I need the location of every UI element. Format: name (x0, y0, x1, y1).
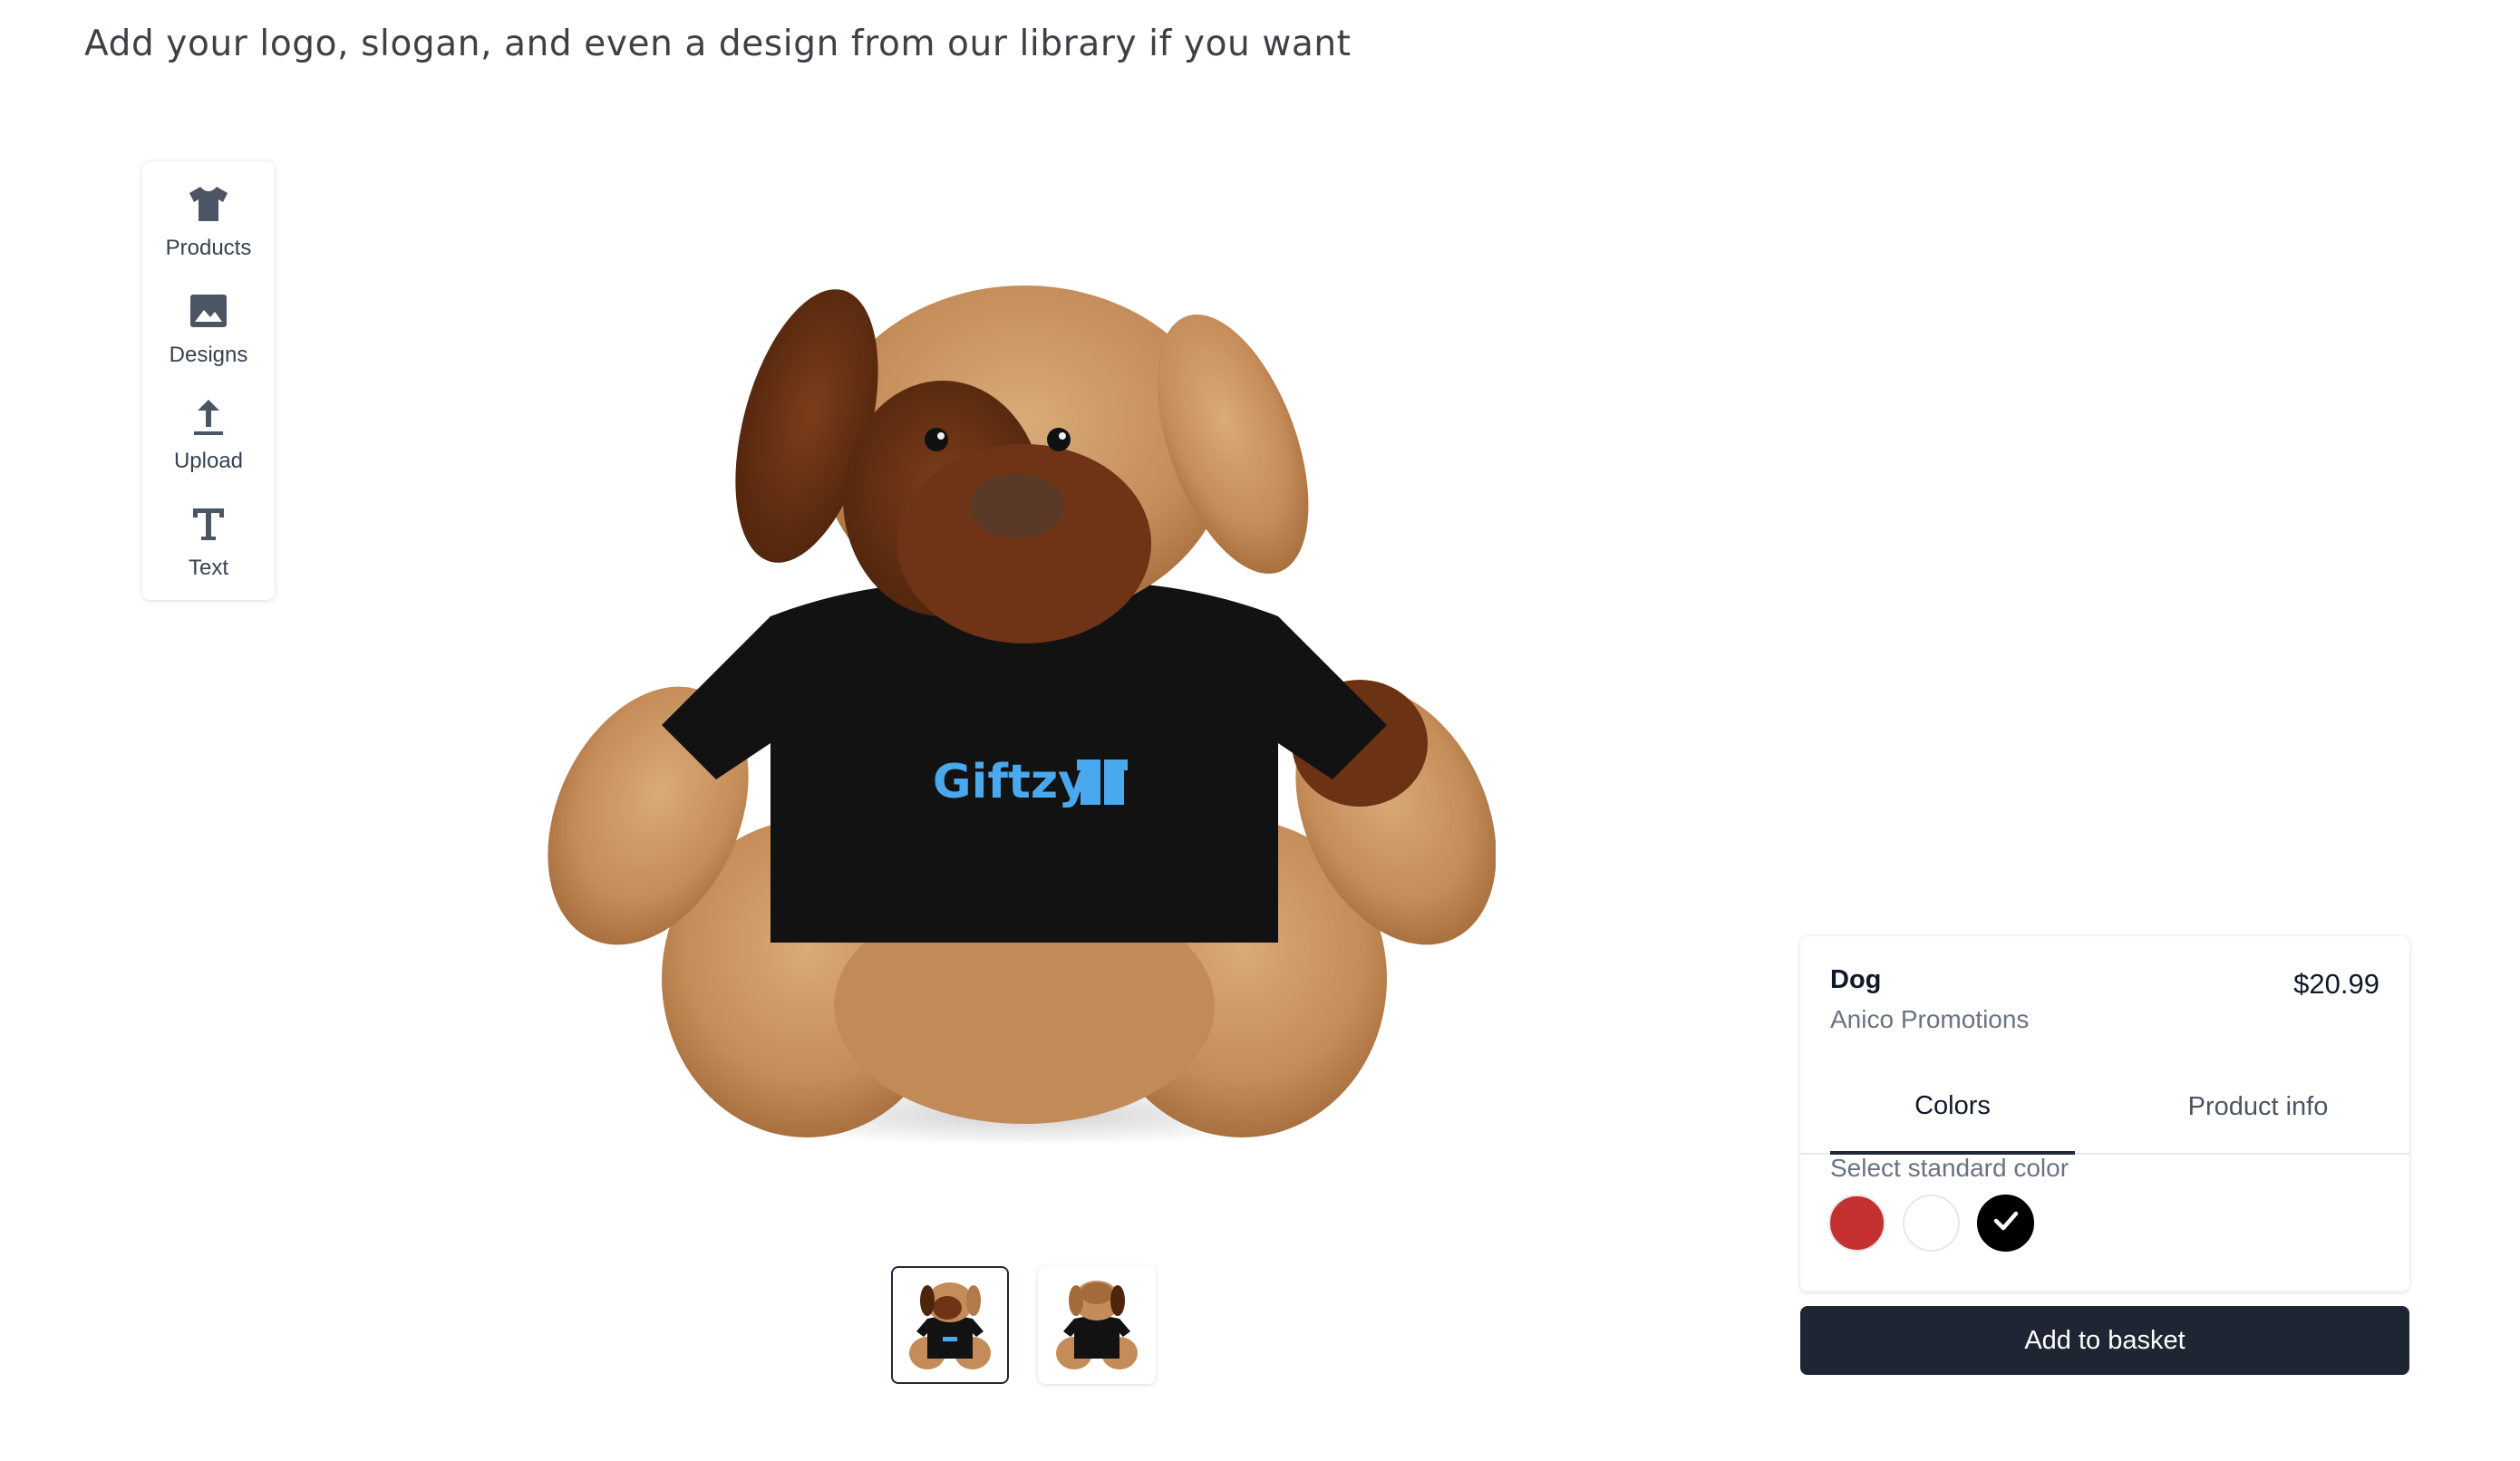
product-designer-page: Add your logo, slogan, and even a design… (0, 0, 2520, 1461)
product-price: $20.99 (2293, 968, 2379, 1000)
shirt-logo-text: Giftzy (933, 755, 1089, 809)
tool-upload-label: Upload (173, 449, 244, 473)
tool-upload[interactable]: Upload (142, 387, 275, 494)
color-swatch-white[interactable] (1903, 1195, 1960, 1252)
tool-text-label: Text (188, 555, 228, 580)
tool-products[interactable]: Products (142, 174, 275, 281)
color-swatches (1828, 1195, 2034, 1252)
tab-product-info[interactable]: Product info (2136, 1061, 2380, 1153)
tool-products-label: Products (165, 236, 252, 260)
color-swatch-red[interactable] (1828, 1195, 1885, 1252)
product-name: Dog (1830, 965, 1882, 994)
thumbnail-front[interactable] (891, 1266, 1009, 1384)
color-swatch-black[interactable] (1977, 1195, 2034, 1252)
product-brand: Anico Promotions (1830, 1005, 2030, 1033)
design-toolbar: Products Designs Upload Text (142, 161, 275, 600)
product-card: Dog $20.99 Anico Promotions Colors Produ… (1800, 936, 2409, 1292)
text-icon (186, 501, 231, 547)
tool-text[interactable]: Text (142, 494, 275, 601)
tab-colors[interactable]: Colors (1830, 1061, 2075, 1155)
product-preview-image[interactable]: Giftzy (544, 272, 1497, 1147)
add-to-basket-button[interactable]: Add to basket (1800, 1306, 2409, 1375)
tool-designs-label: Designs (169, 342, 248, 367)
thumbnail-back[interactable] (1038, 1266, 1156, 1384)
checkmark-icon (1991, 1205, 2021, 1241)
color-select-label: Select standard color (1830, 1154, 2069, 1182)
tshirt-icon (186, 181, 231, 227)
upload-icon (186, 394, 231, 440)
image-icon (186, 288, 231, 334)
tool-designs[interactable]: Designs (142, 281, 275, 388)
page-headline: Add your logo, slogan, and even a design… (84, 24, 1352, 64)
product-tabs: Colors Product info (1800, 1061, 2409, 1155)
